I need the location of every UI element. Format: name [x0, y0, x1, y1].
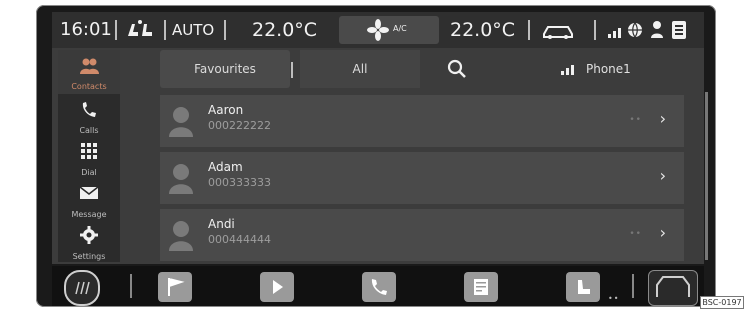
- sidebar-item-label: Message: [71, 210, 107, 219]
- status-bar: 16:01 AUTO 22.0°C A/C 22.0°C: [52, 12, 704, 48]
- seat-airflow-icon[interactable]: [122, 12, 158, 48]
- status-divider: [594, 20, 596, 40]
- contacts-icon: [80, 58, 99, 74]
- phone-handset-icon: [82, 102, 96, 117]
- contact-row[interactable]: Andi 000444444 •• ›: [160, 209, 684, 261]
- flag-app-button[interactable]: [158, 272, 192, 302]
- ac-button[interactable]: A/C: [339, 16, 439, 44]
- sidebar-item-label: Contacts: [71, 82, 107, 91]
- page-indicator-dots: ••: [608, 294, 620, 303]
- brand-logo-icon: [75, 281, 90, 295]
- envelope-icon: [79, 186, 99, 199]
- tab-favourites[interactable]: Favourites: [160, 50, 290, 88]
- row-dots: ••: [629, 229, 642, 239]
- keypad-icon: [81, 143, 97, 159]
- sidebar-item-settings[interactable]: Settings: [58, 220, 120, 264]
- sidebar-item-label: Dial: [81, 168, 97, 177]
- temperature-right[interactable]: 22.0°C: [450, 12, 515, 48]
- connected-device-name[interactable]: Phone1: [586, 62, 631, 76]
- contact-name: Adam: [208, 160, 243, 174]
- search-icon[interactable]: [446, 58, 468, 84]
- user-profile-icon[interactable]: [648, 12, 666, 48]
- avatar: [169, 221, 193, 251]
- signal-strength-icon: [606, 12, 624, 48]
- contact-name: Andi: [208, 217, 235, 231]
- sidebar-item-contacts[interactable]: Contacts: [58, 50, 120, 94]
- contacts-scrollbar[interactable]: [705, 92, 708, 260]
- flag-icon: [168, 278, 185, 296]
- avatar: [169, 164, 193, 194]
- tab-divider: [291, 62, 293, 78]
- contact-number: 000444444: [208, 233, 271, 246]
- chevron-right-icon[interactable]: ›: [660, 223, 666, 242]
- avatar: [169, 107, 193, 137]
- sidebar-item-label: Calls: [79, 126, 99, 135]
- contact-tabs: Favourites All Phone1: [120, 50, 704, 88]
- dock-divider: [130, 274, 132, 298]
- temperature-left[interactable]: 22.0°C: [252, 12, 317, 48]
- phone-handset-icon: [371, 279, 387, 295]
- phone-app-button[interactable]: [362, 272, 396, 302]
- contact-number: 000333333: [208, 176, 271, 189]
- clock: 16:01: [60, 19, 112, 40]
- play-icon: [273, 280, 283, 294]
- gear-icon: [80, 226, 98, 244]
- ac-label: A/C: [393, 24, 407, 33]
- status-divider: [224, 20, 226, 40]
- tab-all[interactable]: All: [300, 50, 420, 88]
- brand-logo-button[interactable]: [64, 270, 100, 306]
- fan-icon: [367, 19, 389, 41]
- contact-row[interactable]: Adam 000333333 ›: [160, 152, 684, 204]
- sidebar-item-calls[interactable]: Calls: [58, 94, 120, 138]
- status-divider: [528, 20, 530, 40]
- app-dock: ••: [52, 266, 704, 306]
- media-app-button[interactable]: [260, 272, 294, 302]
- row-dots: ••: [629, 115, 642, 125]
- chevron-right-icon[interactable]: ›: [660, 166, 666, 185]
- contact-name: Aaron: [208, 103, 244, 117]
- status-divider: [164, 20, 166, 40]
- contact-row[interactable]: Aaron 000222222 •• ›: [160, 95, 684, 147]
- vehicle-app-button[interactable]: [648, 270, 698, 306]
- dock-divider: [632, 274, 634, 298]
- chevron-right-icon[interactable]: ›: [660, 109, 666, 128]
- vehicle-icon[interactable]: [540, 12, 576, 48]
- document-icon: [474, 279, 488, 295]
- figure-code: BSC-0197: [700, 296, 744, 309]
- sidebar-item-message[interactable]: Message: [58, 178, 120, 222]
- contact-number: 000222222: [208, 119, 271, 132]
- phone-sidebar: Contacts Calls Dial Message Settings: [58, 50, 120, 262]
- phone-signal-icon: [560, 61, 578, 81]
- settings-app-button[interactable]: [566, 272, 600, 302]
- car-icon: [656, 276, 690, 297]
- sidebar-item-dial[interactable]: Dial: [58, 136, 120, 180]
- sidebar-item-label: Settings: [72, 252, 106, 261]
- status-divider: [115, 20, 117, 40]
- globe-icon: [626, 12, 644, 48]
- apps-app-button[interactable]: [464, 272, 498, 302]
- climate-mode[interactable]: AUTO: [172, 12, 214, 48]
- menu-list-icon[interactable]: [670, 12, 688, 48]
- seat-icon: [578, 280, 590, 294]
